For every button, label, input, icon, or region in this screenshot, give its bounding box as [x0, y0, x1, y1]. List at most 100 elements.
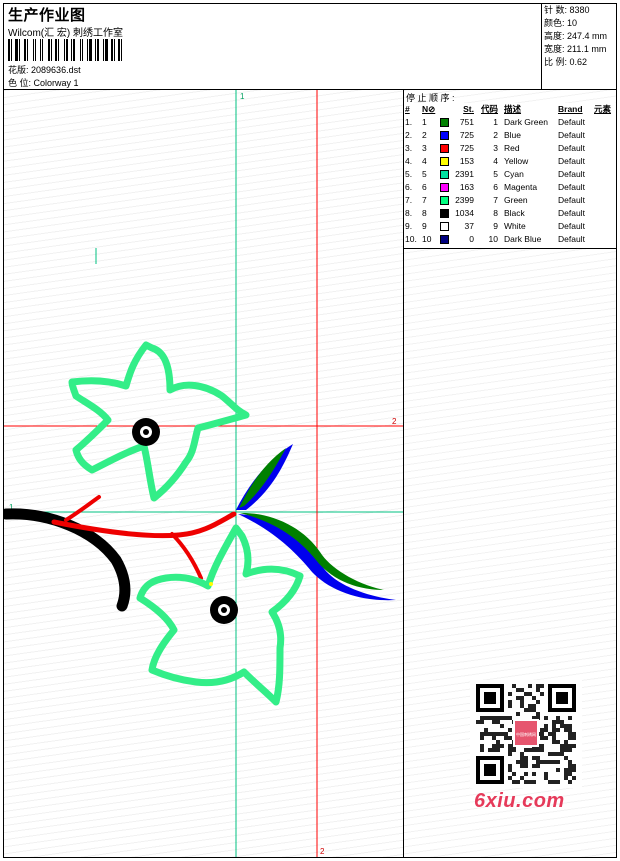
qr-pattern: 中国刺绣网: [476, 684, 576, 784]
color-swatch: [440, 118, 449, 127]
row-description: Magenta: [504, 182, 538, 192]
row-needle: 9: [422, 221, 427, 231]
table-row[interactable]: 10. 10 0 10 Dark Blue Default: [404, 233, 616, 246]
row-brand: Default: [558, 221, 585, 231]
barcode: [8, 39, 145, 61]
row-code: 1: [493, 117, 498, 127]
table-row[interactable]: 2. 2 725 2 Blue Default: [404, 129, 616, 142]
row-brand: Default: [558, 143, 585, 153]
design-name-line: 花版: 2089636.dst: [8, 63, 81, 76]
row-index: 6.: [405, 182, 413, 192]
col-header-needle: N⊘: [422, 104, 436, 114]
header: 生产作业图 Wilcom(汇 宏) 刺绣工作室 花版: 2089636.dst …: [4, 4, 616, 90]
row-stitches: 725: [459, 143, 474, 153]
stat-stitches: 针 数: 8380: [544, 5, 590, 15]
row-stitches: 0: [469, 234, 474, 244]
color-swatch: [440, 170, 449, 179]
row-brand: Default: [558, 208, 585, 218]
row-code: 2: [493, 130, 498, 140]
row-needle: 2: [422, 130, 427, 140]
table-row[interactable]: 3. 3 725 3 Red Default: [404, 142, 616, 155]
row-needle: 7: [422, 195, 427, 205]
col-header-brand: Brand: [558, 104, 583, 114]
table-row[interactable]: 7. 7 2399 7 Green Default: [404, 194, 616, 207]
flower-upper-petals: [68, 341, 250, 502]
row-index: 8.: [405, 208, 413, 218]
color-swatch: [440, 222, 449, 231]
color-swatch: [440, 131, 449, 140]
table-row[interactable]: 4. 4 153 4 Yellow Default: [404, 155, 616, 168]
table-row[interactable]: 8. 8 1034 8 Black Default: [404, 207, 616, 220]
row-code: 4: [493, 156, 498, 166]
table-row[interactable]: 1. 1 751 1 Dark Green Default: [404, 116, 616, 129]
row-index: 9.: [405, 221, 413, 231]
row-index: 10.: [405, 234, 417, 244]
row-brand: Default: [558, 130, 585, 140]
colorway-line: 色 位: Colorway 1: [8, 76, 79, 89]
row-index: 7.: [405, 195, 413, 205]
qr-code: 中国刺绣网: [470, 680, 582, 788]
table-row[interactable]: 5. 5 2391 5 Cyan Default: [404, 168, 616, 181]
col-header-stitches: St.: [463, 104, 474, 114]
design-value: 2089636.dst: [31, 65, 81, 75]
row-stitches: 1034: [455, 208, 474, 218]
stat-scale: 比 例: 0.62: [544, 57, 588, 67]
row-needle: 1: [422, 117, 427, 127]
table-row[interactable]: 9. 9 37 9 White Default: [404, 220, 616, 233]
table-header: # N⊘ St. 代码 描述 Brand 元素: [404, 103, 616, 116]
row-description: Red: [504, 143, 520, 153]
stem-red-branch-down: [170, 532, 203, 580]
color-swatch: [440, 157, 449, 166]
row-needle: 3: [422, 143, 427, 153]
row-stitches: 725: [459, 130, 474, 140]
stat-height: 高度: 247.4 mm: [544, 31, 608, 41]
row-description: Green: [504, 195, 528, 205]
col-header-index: #: [405, 104, 410, 114]
row-brand: Default: [558, 234, 585, 244]
site-logo: 6xiu.com: [474, 790, 565, 812]
row-index: 3.: [405, 143, 413, 153]
row-description: Dark Green: [504, 117, 548, 127]
row-description: Black: [504, 208, 525, 218]
table-row[interactable]: 6. 6 163 6 Magenta Default: [404, 181, 616, 194]
guide-marker-right: 2: [392, 417, 397, 426]
row-code: 9: [493, 221, 498, 231]
leaf-upper-green: [239, 448, 286, 508]
row-stitches: 2391: [455, 169, 474, 179]
row-description: Blue: [504, 130, 522, 140]
row-needle: 4: [422, 156, 427, 166]
color-swatch: [440, 144, 449, 153]
col-header-element: 元素: [594, 104, 612, 114]
row-index: 4.: [405, 156, 413, 166]
row-description: Cyan: [504, 169, 524, 179]
row-index: 1.: [405, 117, 413, 127]
row-index: 5.: [405, 169, 413, 179]
colorway-value: Colorway 1: [33, 78, 79, 88]
row-code: 5: [493, 169, 498, 179]
row-code: 6: [493, 182, 498, 192]
color-swatch: [440, 209, 449, 218]
qr-center-text: 中国刺绣网: [516, 731, 536, 737]
embroidery-preview: 1 2 1 2: [4, 90, 403, 857]
yellow-stitch: [209, 582, 213, 586]
row-code: 8: [493, 208, 498, 218]
design-stats: 针 数: 8380 颜色: 10 高度: 247.4 mm 宽度: 211.1 …: [541, 4, 616, 89]
stem-black: [4, 508, 131, 612]
color-swatch: [440, 196, 449, 205]
row-description: Yellow: [504, 156, 529, 166]
design-label: 花版:: [8, 65, 29, 75]
col-header-description: 描述: [504, 104, 522, 114]
color-swatch: [440, 235, 449, 244]
row-stitches: 153: [459, 156, 474, 166]
row-code: 3: [493, 143, 498, 153]
colorway-label: 色 位:: [8, 78, 32, 88]
row-stitches: 2399: [455, 195, 474, 205]
design-canvas[interactable]: 1 2 1 2: [4, 90, 404, 857]
row-brand: Default: [558, 117, 585, 127]
row-stitches: 751: [459, 117, 474, 127]
row-stitches: 163: [459, 182, 474, 192]
row-code: 10: [488, 234, 498, 244]
color-stop-table: # N⊘ St. 代码 描述 Brand 元素 1. 1 751 1 Dark Gree…: [404, 103, 616, 249]
row-needle: 8: [422, 208, 427, 218]
guide-marker-bottom: 2: [320, 847, 325, 856]
